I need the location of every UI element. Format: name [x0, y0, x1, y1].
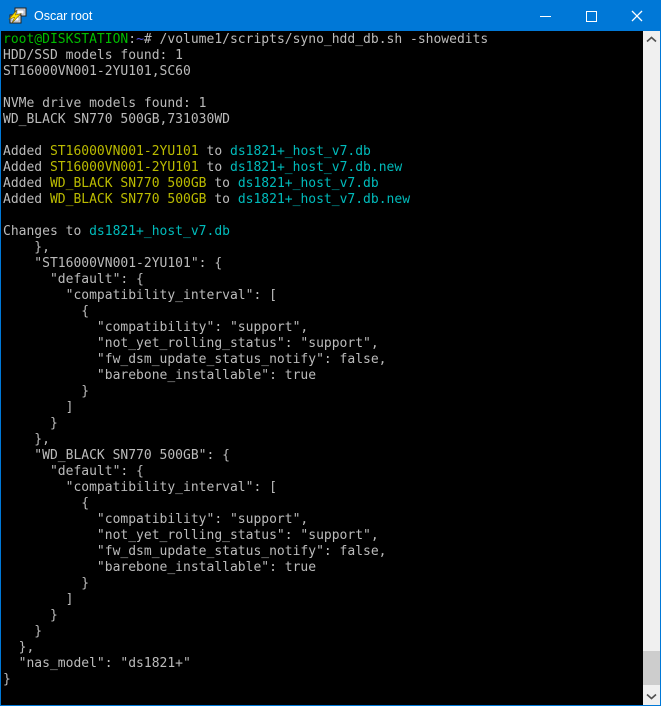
terminal-line: } [3, 576, 643, 592]
terminal-line: "nas_model": "ds1821+" [3, 656, 643, 672]
terminal-line: "compatibility_interval": [ [3, 288, 643, 304]
terminal-line: Added WD_BLACK SN770 500GB to ds1821+_ho… [3, 176, 643, 192]
putty-window: Oscar root root@DISKSTATION:~# /volume1/… [0, 0, 661, 706]
chevron-up-icon [646, 36, 657, 43]
minimize-icon [540, 16, 551, 17]
minimize-button[interactable] [522, 1, 568, 31]
terminal-output[interactable]: root@DISKSTATION:~# /volume1/scripts/syn… [1, 31, 643, 705]
terminal-line: "default": { [3, 272, 643, 288]
scrollbar-thumb[interactable] [643, 651, 660, 685]
maximize-button[interactable] [568, 1, 614, 31]
terminal-line: "compatibility": "support", [3, 320, 643, 336]
terminal-line: { [3, 496, 643, 512]
chevron-down-icon [646, 693, 657, 700]
terminal-line: ] [3, 400, 643, 416]
terminal-line: }, [3, 432, 643, 448]
terminal-line: "compatibility": "support", [3, 512, 643, 528]
scroll-down-button[interactable] [643, 688, 660, 705]
scrollbar[interactable] [643, 31, 660, 705]
terminal-line: Added ST16000VN001-2YU101 to ds1821+_hos… [3, 144, 643, 160]
putty-terminal-icon[interactable] [8, 7, 27, 26]
terminal-line [3, 208, 643, 224]
titlebar[interactable]: Oscar root [1, 1, 660, 31]
terminal-line: } [3, 608, 643, 624]
terminal-line: }, [3, 640, 643, 656]
terminal-line: "not_yet_rolling_status": "support", [3, 528, 643, 544]
window-title: Oscar root [34, 9, 92, 23]
caption-buttons [522, 1, 660, 31]
terminal-line: "WD_BLACK SN770 500GB": { [3, 448, 643, 464]
terminal-line: WD_BLACK SN770 500GB,731030WD [3, 112, 643, 128]
terminal-line: Changes to ds1821+_host_v7.db [3, 224, 643, 240]
close-icon [631, 10, 643, 22]
terminal-line: NVMe drive models found: 1 [3, 96, 643, 112]
terminal-line: } [3, 384, 643, 400]
terminal-line [3, 128, 643, 144]
terminal-line: "fw_dsm_update_status_notify": false, [3, 352, 643, 368]
terminal-line: "barebone_installable": true [3, 368, 643, 384]
terminal-line: "fw_dsm_update_status_notify": false, [3, 544, 643, 560]
terminal-line: "barebone_installable": true [3, 560, 643, 576]
terminal-line: Added WD_BLACK SN770 500GB to ds1821+_ho… [3, 192, 643, 208]
terminal-line: } [3, 672, 643, 688]
close-button[interactable] [614, 1, 660, 31]
terminal-line: } [3, 624, 643, 640]
terminal-line: }, [3, 240, 643, 256]
terminal-line: "ST16000VN001-2YU101": { [3, 256, 643, 272]
terminal-line: } [3, 416, 643, 432]
terminal-line: { [3, 304, 643, 320]
maximize-icon [586, 11, 597, 22]
terminal-line: ST16000VN001-2YU101,SC60 [3, 64, 643, 80]
terminal-line: ] [3, 592, 643, 608]
terminal-line: root@DISKSTATION:~# /volume1/scripts/syn… [3, 32, 643, 48]
terminal-line: HDD/SSD models found: 1 [3, 48, 643, 64]
scroll-up-button[interactable] [643, 31, 660, 48]
terminal-line: "not_yet_rolling_status": "support", [3, 336, 643, 352]
terminal-line: "compatibility_interval": [ [3, 480, 643, 496]
terminal-line [3, 80, 643, 96]
terminal-line: "default": { [3, 464, 643, 480]
terminal-line: Added ST16000VN001-2YU101 to ds1821+_hos… [3, 160, 643, 176]
